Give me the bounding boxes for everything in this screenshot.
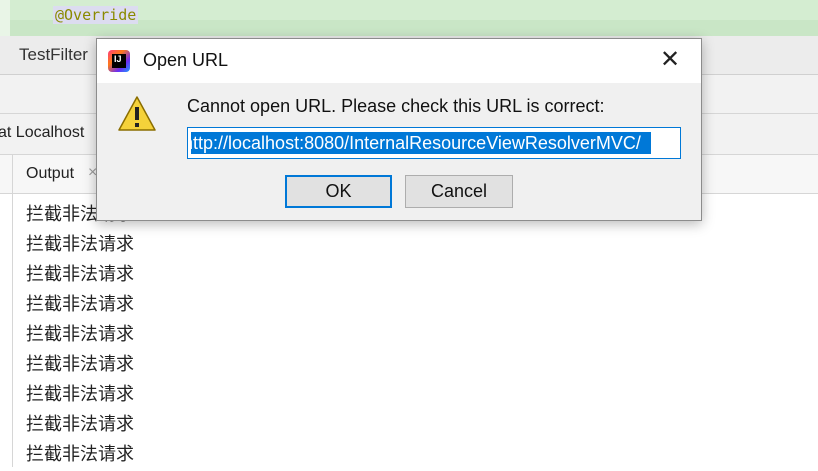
intellij-app-icon: IJ xyxy=(108,50,130,72)
ok-button[interactable]: OK xyxy=(285,175,392,208)
open-url-dialog: IJ Open URL ✕ Cannot open URL. Please ch… xyxy=(96,38,702,221)
app-icon-letter: IJ xyxy=(112,54,126,68)
log-line: 拦截非法请求 xyxy=(26,354,134,375)
dialog-message: Cannot open URL. Please check this URL i… xyxy=(187,96,605,116)
run-config-label[interactable]: at Localhost xyxy=(0,124,84,142)
url-text: http://localhost:8080/InternalResourceVi… xyxy=(187,133,641,153)
dialog-titlebar[interactable]: IJ Open URL ✕ xyxy=(97,39,701,83)
annotation-text: @Override xyxy=(53,6,139,24)
url-field[interactable]: http://localhost:8080/InternalResourceVi… xyxy=(187,127,681,159)
log-line: 拦截非法请求 xyxy=(26,324,134,345)
url-selected-text: http://localhost:8080/InternalResourceVi… xyxy=(188,132,651,154)
tab-output[interactable]: Output xyxy=(26,165,74,183)
warning-triangle-icon xyxy=(118,96,156,131)
panel-divider xyxy=(12,155,13,467)
log-line: 拦截非法请求 xyxy=(26,234,134,255)
log-line: 拦截非法请求 xyxy=(26,384,134,405)
editor-gutter xyxy=(0,0,10,36)
code-line: @Override xyxy=(53,6,139,24)
output-log: 拦截非法请求 拦截非法请求 拦截非法请求 拦截非法请求 拦截非法请求 拦截非法请… xyxy=(26,201,134,471)
log-line: 拦截非法请求 xyxy=(26,264,134,285)
dialog-title: Open URL xyxy=(143,50,229,70)
close-icon[interactable]: ✕ xyxy=(655,46,685,76)
log-line: 拦截非法请求 xyxy=(26,414,134,435)
code-editor[interactable]: @Override xyxy=(0,0,818,36)
log-line: 拦截非法请求 xyxy=(26,294,134,315)
tab-testfilter[interactable]: TestFilter xyxy=(19,45,88,65)
cancel-button[interactable]: Cancel xyxy=(405,175,513,208)
